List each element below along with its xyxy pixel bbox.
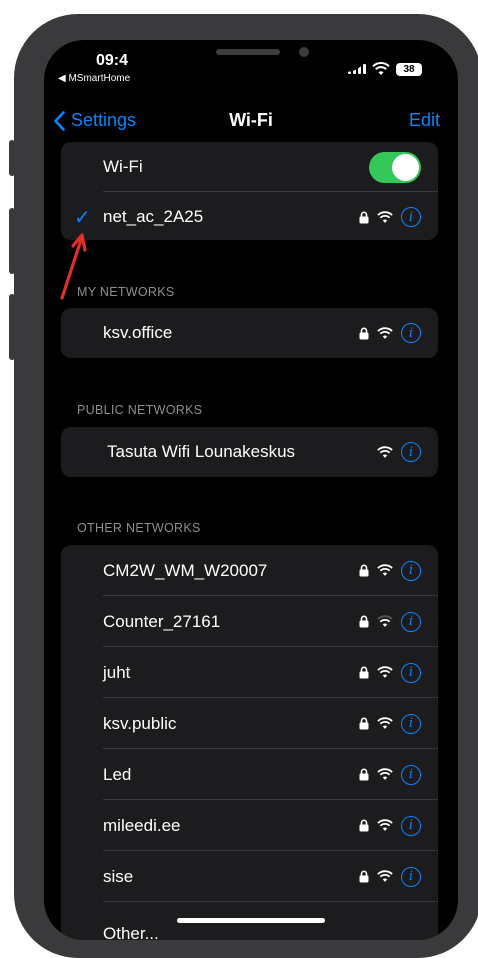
network-name: mileedi.ee — [103, 815, 181, 835]
wifi-signal-icon — [377, 819, 393, 831]
volume-up-button — [9, 208, 15, 274]
notch — [132, 40, 368, 72]
public-networks-header: PUBLIC NETWORKS — [77, 403, 203, 417]
back-to-app-link[interactable]: ◀ MSmartHome — [58, 73, 130, 84]
lock-icon — [359, 615, 369, 628]
network-row[interactable]: Counter_27161 i — [61, 596, 438, 647]
network-row[interactable]: ksv.office i — [61, 308, 438, 358]
info-icon[interactable]: i — [401, 611, 421, 632]
lock-icon — [359, 327, 369, 339]
lock-icon — [359, 666, 369, 679]
wifi-signal-icon — [377, 445, 393, 458]
wifi-toggle-label: Wi-Fi — [103, 157, 143, 176]
network-name: CM2W_WM_W20007 — [103, 560, 268, 580]
network-name: Led — [103, 764, 132, 784]
info-icon[interactable]: i — [401, 713, 421, 734]
wifi-signal-icon — [377, 666, 393, 678]
status-time: 09:4 — [96, 52, 129, 69]
info-icon[interactable]: i — [401, 207, 421, 227]
navigation-bar: Settings Wi-Fi Edit — [44, 106, 458, 146]
network-name: juht — [103, 662, 131, 682]
network-row[interactable]: sise i — [61, 851, 438, 902]
edit-button[interactable]: Edit — [409, 110, 440, 131]
lock-icon — [359, 870, 369, 883]
network-row[interactable]: ksv.public i — [61, 698, 438, 749]
wifi-group: Wi-Fi ✓ net_ac_2A25 i — [61, 142, 438, 240]
network-name: ksv.office — [103, 323, 173, 342]
info-icon[interactable]: i — [401, 442, 421, 462]
wifi-status-icon — [372, 62, 390, 75]
info-icon[interactable]: i — [401, 815, 421, 836]
lock-icon — [359, 768, 369, 781]
wifi-toggle[interactable] — [369, 151, 421, 183]
page-title: Wi-Fi — [229, 110, 273, 130]
speaker — [216, 49, 280, 55]
wifi-signal-weak-icon — [377, 615, 393, 627]
connected-network-row[interactable]: ✓ net_ac_2A25 i — [61, 192, 438, 242]
home-indicator[interactable] — [177, 918, 325, 923]
other-network-label: Other... — [103, 924, 159, 940]
network-row[interactable]: CM2W_WM_W20007 i — [61, 545, 438, 596]
network-name: Counter_27161 — [103, 611, 221, 631]
phone-screen: 09:4 ◀ MSmartHome 38 Settings Wi-Fi Edit… — [44, 40, 458, 940]
checkmark-icon: ✓ — [74, 206, 91, 229]
my-networks-group: ksv.office i — [61, 308, 438, 358]
my-networks-header: MY NETWORKS — [77, 285, 175, 299]
info-icon[interactable]: i — [401, 662, 421, 683]
network-row[interactable]: mileedi.ee i — [61, 800, 438, 851]
volume-down-button — [9, 294, 15, 360]
wifi-signal-icon — [377, 210, 393, 223]
info-icon[interactable]: i — [401, 560, 421, 581]
front-camera — [299, 47, 309, 57]
network-row[interactable]: juht i — [61, 647, 438, 698]
other-networks-header: OTHER NETWORKS — [77, 521, 201, 535]
network-row[interactable]: Tasuta Wifi Lounakeskus i — [61, 427, 438, 477]
wifi-signal-icon — [377, 768, 393, 780]
lock-icon — [359, 211, 369, 223]
wifi-signal-icon — [377, 870, 393, 882]
lock-icon — [359, 717, 369, 730]
battery-icon: 38 — [396, 62, 422, 76]
network-name: sise — [103, 866, 134, 886]
lock-icon — [359, 564, 369, 577]
wifi-toggle-row: Wi-Fi — [61, 142, 438, 192]
network-name: Tasuta Wifi Lounakeskus — [107, 442, 296, 461]
info-icon[interactable]: i — [401, 866, 421, 887]
other-networks-group: CM2W_WM_W20007 i Counter_27161 i juht i — [61, 545, 438, 940]
info-icon[interactable]: i — [401, 323, 421, 343]
network-row[interactable]: Led i — [61, 749, 438, 800]
wifi-signal-icon — [377, 717, 393, 729]
mute-switch — [9, 140, 15, 176]
network-name: net_ac_2A25 — [103, 207, 204, 226]
public-networks-group: Tasuta Wifi Lounakeskus i — [61, 427, 438, 477]
info-icon[interactable]: i — [401, 764, 421, 785]
wifi-signal-icon — [377, 326, 393, 339]
lock-icon — [359, 819, 369, 832]
wifi-signal-icon — [377, 564, 393, 576]
network-name: ksv.public — [103, 713, 177, 733]
